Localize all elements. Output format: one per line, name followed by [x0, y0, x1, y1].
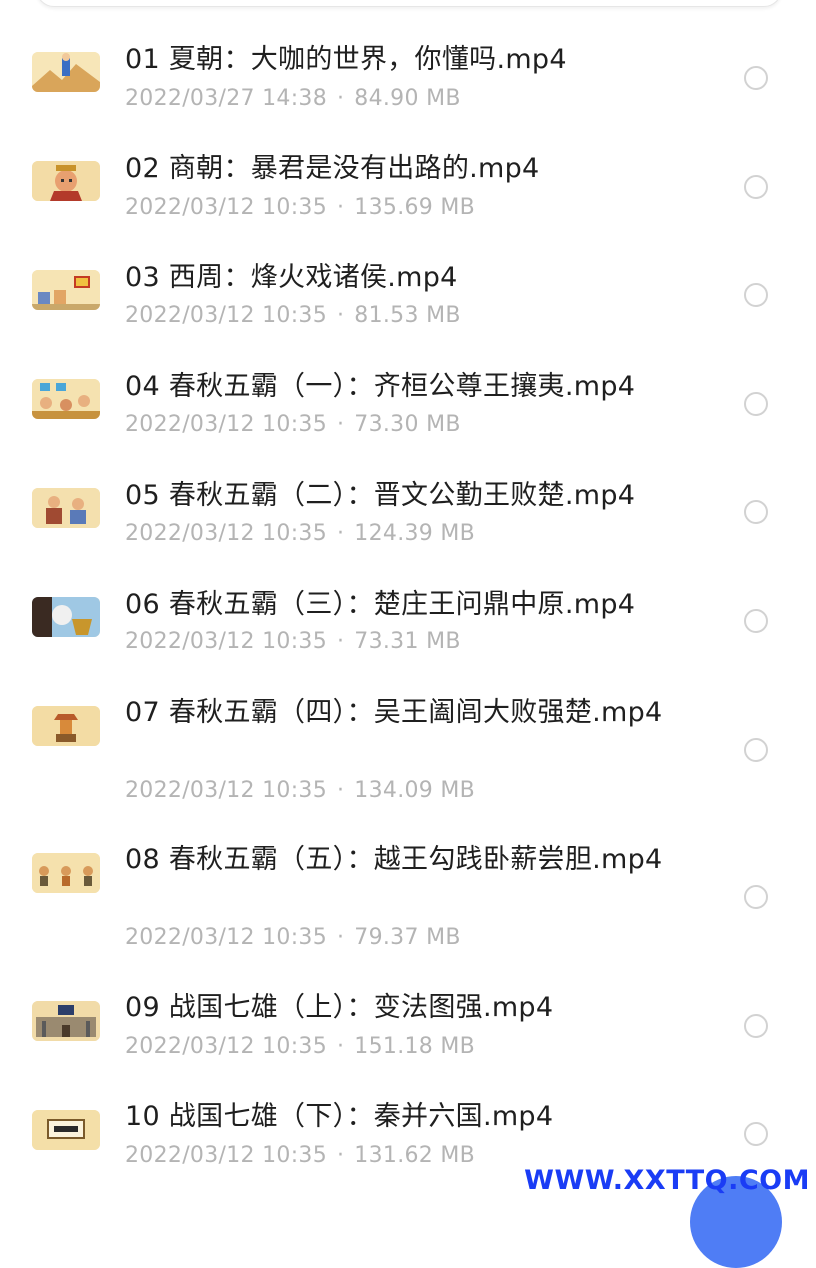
select-radio[interactable] [744, 885, 768, 909]
file-meta: 2022/03/12 10:35 · 134.09 MB [125, 776, 475, 806]
select-radio[interactable] [744, 500, 768, 524]
file-size: 79.37 MB [354, 925, 461, 950]
file-size: 124.39 MB [354, 521, 476, 546]
beacon-tower-thumbnail [32, 270, 100, 310]
file-date: 2022/03/12 10:35 [125, 629, 327, 654]
meta-separator: · [337, 778, 345, 803]
file-name: 10 战国七雄（下）：秦并六国.mp4 [125, 1101, 554, 1132]
file-name: 01 夏朝：大咖的世界，你懂吗.mp4 [125, 44, 567, 75]
file-date: 2022/03/27 14:38 [125, 86, 327, 111]
file-name: 06 春秋五霸（三）：楚庄王问鼎中原.mp4 [125, 589, 636, 620]
meta-separator: · [337, 925, 345, 950]
meta-separator: · [337, 303, 345, 328]
meta-separator: · [337, 521, 345, 546]
file-size: 131.62 MB [354, 1143, 476, 1168]
file-name: 02 商朝：暴君是没有出路的.mp4 [125, 153, 540, 184]
file-name: 05 春秋五霸（二）：晋文公勤王败楚.mp4 [125, 480, 636, 511]
figures-row-thumbnail [32, 853, 100, 893]
mountain-sage-thumbnail [32, 52, 100, 92]
file-date: 2022/03/12 10:35 [125, 303, 327, 328]
file-name: 08 春秋五霸（五）：越王勾践卧薪尝胆.mp4 [125, 844, 663, 875]
file-meta: 2022/03/12 10:35 · 124.39 MB [125, 519, 475, 549]
angry-king-thumbnail [32, 161, 100, 201]
warriors-thumbnail [32, 488, 100, 528]
pagoda-thumbnail [32, 706, 100, 746]
file-size: 134.09 MB [354, 778, 476, 803]
select-radio[interactable] [744, 1122, 768, 1146]
file-date: 2022/03/12 10:35 [125, 1034, 327, 1059]
watermark: WWW.XXTTQ.COM [524, 1165, 810, 1196]
meta-separator: · [337, 1143, 345, 1168]
select-radio[interactable] [744, 283, 768, 307]
city-gate-thumbnail [32, 1001, 100, 1041]
sign-board-thumbnail [32, 1110, 100, 1150]
file-meta: 2022/03/12 10:35 · 151.18 MB [125, 1032, 475, 1062]
meta-separator: · [337, 86, 345, 111]
file-meta: 2022/03/12 10:35 · 73.31 MB [125, 627, 461, 657]
file-meta: 2022/03/12 10:35 · 135.69 MB [125, 193, 475, 223]
kings-gathering-thumbnail [32, 379, 100, 419]
file-name: 04 春秋五霸（一）：齐桓公尊王攘夷.mp4 [125, 371, 636, 402]
select-radio[interactable] [744, 609, 768, 633]
select-radio[interactable] [744, 1014, 768, 1038]
select-radio[interactable] [744, 66, 768, 90]
file-size: 73.30 MB [354, 412, 461, 437]
file-name: 07 春秋五霸（四）：吴王阖闾大败强楚.mp4 [125, 697, 663, 728]
file-list: 01 夏朝：大咖的世界，你懂吗.mp4 2022/03/27 14:38 · 84.… [0, 0, 816, 1200]
file-meta: 2022/03/12 10:35 · 73.30 MB [125, 410, 461, 440]
file-meta: 2022/03/12 10:35 · 79.37 MB [125, 923, 461, 953]
file-meta: 2022/03/27 14:38 · 84.90 MB [125, 84, 461, 114]
meta-separator: · [337, 195, 345, 220]
file-name: 09 战国七雄（上）：变法图强.mp4 [125, 992, 554, 1023]
file-size: 81.53 MB [354, 303, 461, 328]
select-radio[interactable] [744, 175, 768, 199]
file-size: 151.18 MB [354, 1034, 476, 1059]
select-radio[interactable] [744, 738, 768, 762]
file-size: 135.69 MB [354, 195, 476, 220]
file-date: 2022/03/12 10:35 [125, 521, 327, 546]
file-size: 84.90 MB [354, 86, 461, 111]
meta-separator: · [337, 629, 345, 654]
select-radio[interactable] [744, 392, 768, 416]
meta-separator: · [337, 1034, 345, 1059]
file-meta: 2022/03/12 10:35 · 131.62 MB [125, 1141, 475, 1171]
file-date: 2022/03/12 10:35 [125, 195, 327, 220]
meta-separator: · [337, 412, 345, 437]
file-date: 2022/03/12 10:35 [125, 925, 327, 950]
file-date: 2022/03/12 10:35 [125, 412, 327, 437]
file-size: 73.31 MB [354, 629, 461, 654]
bronze-cauldron-thumbnail [32, 597, 100, 637]
file-date: 2022/03/12 10:35 [125, 778, 327, 803]
file-date: 2022/03/12 10:35 [125, 1143, 327, 1168]
file-name: 03 西周：烽火戏诸侯.mp4 [125, 262, 458, 293]
file-meta: 2022/03/12 10:35 · 81.53 MB [125, 301, 461, 331]
